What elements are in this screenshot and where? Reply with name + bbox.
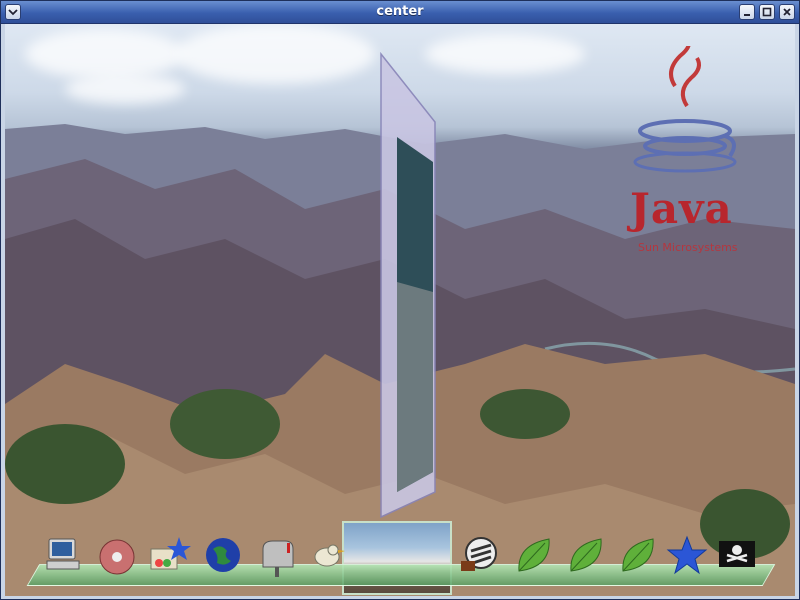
dock-item-leaf-3[interactable]	[615, 533, 659, 577]
leaf-icon	[622, 538, 654, 572]
cd-disc-icon	[99, 539, 135, 575]
scene-viewport[interactable]: Java Sun Microsystems	[5, 24, 795, 596]
maximize-button[interactable]	[759, 4, 775, 20]
pirate-flag-icon	[719, 541, 755, 567]
cloud	[65, 74, 185, 104]
window-title: center	[376, 4, 424, 19]
film-reel-icon	[461, 537, 497, 571]
globe-icon	[206, 538, 240, 572]
sun-tagline: Sun Microsystems	[638, 241, 738, 254]
minimize-icon	[744, 14, 750, 16]
close-button[interactable]	[779, 4, 795, 20]
cloud	[25, 29, 185, 79]
leaf-icon	[518, 538, 550, 572]
mailbox-icon	[262, 540, 294, 577]
leaf-icon	[570, 538, 602, 572]
computer-icon	[46, 538, 80, 570]
dock-item-palette[interactable]	[147, 533, 191, 577]
maximize-icon	[762, 7, 772, 17]
dock-item-cd[interactable]	[95, 533, 139, 577]
palette-star-icon	[150, 537, 191, 570]
dock-item-star[interactable]	[665, 533, 709, 577]
dock-item-film-reel[interactable]	[457, 533, 501, 577]
dock-item-computer[interactable]	[41, 533, 85, 577]
dock-item-globe[interactable]	[201, 533, 245, 577]
app-window: center Java Sun Microsystems	[0, 0, 800, 600]
cloud	[425, 34, 585, 74]
minimize-button[interactable]	[739, 4, 755, 20]
cloud	[175, 24, 375, 84]
close-icon	[783, 8, 791, 16]
rotating-photo-panel[interactable]	[375, 52, 445, 522]
java-wordmark: Java	[630, 184, 733, 233]
dock-item-pirate-flag[interactable]	[715, 533, 759, 577]
bird-icon	[314, 544, 345, 567]
star-icon	[666, 535, 708, 575]
title-bar[interactable]: center	[1, 1, 799, 24]
dock-item-leaf-2[interactable]	[563, 533, 607, 577]
dock-item-bird[interactable]	[305, 533, 349, 577]
dock-item-mailbox[interactable]	[255, 533, 299, 577]
dock-item-leaf-1[interactable]	[511, 533, 555, 577]
